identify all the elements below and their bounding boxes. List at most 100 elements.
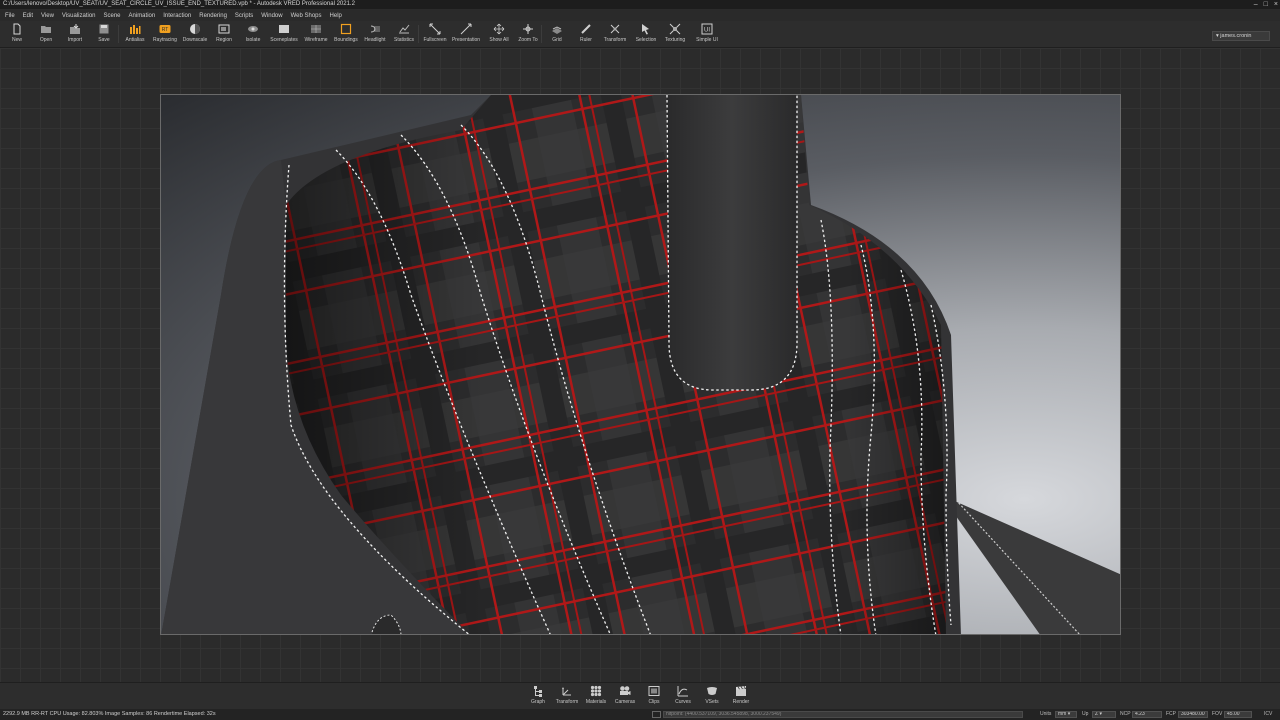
grid-icon [552,26,562,34]
tool-show-all-button[interactable]: Show All [484,21,514,48]
tool-boundings-button[interactable]: Boundings [331,21,361,48]
units-label: Units [1040,711,1052,717]
vsets-icon [707,687,717,695]
window-title: C:/Users/lenovo/Desktop/UV_SEAT/UV_SEAT_… [3,1,355,7]
module-materials-button[interactable]: Materials [582,684,610,710]
up-axis-select[interactable]: Z ▾ [1092,711,1116,718]
tool-open-button[interactable]: Open [31,21,61,48]
tool-transform-button[interactable]: Transform [600,21,630,48]
isolate-icon [248,26,258,32]
user-account-dropdown[interactable]: ▾ james.cronin [1212,31,1270,41]
tool-wireframe-button[interactable]: Wireframe [301,21,331,48]
close-icon[interactable]: × [1274,0,1278,9]
menu-help[interactable]: Help [330,13,342,19]
toolbar-separator [118,25,119,43]
icv-label: ICV [1264,711,1273,717]
status-bar: 2292.9 MB RR-RT CPU Usage: 82.803% Image… [0,709,1280,720]
statistics-icon [399,24,410,34]
render-status-text: 2292.9 MB RR-RT CPU Usage: 82.803% Image… [3,711,216,717]
module-graph-button[interactable]: Graph [524,684,552,710]
tool-ruler-button[interactable]: Ruler [571,21,601,48]
fcp-label: FCP [1166,711,1176,717]
tool-new-button[interactable]: New [2,21,32,48]
module-curves-button[interactable]: Curves [669,684,697,710]
menu-view[interactable]: View [41,13,54,19]
menu-interaction[interactable]: Interaction [163,13,191,19]
tool-sceneplates-button[interactable]: Sceneplates [269,21,299,48]
module-clips-button[interactable]: Clips [640,684,668,710]
seat-base-shape [941,495,1120,634]
render-icon [736,685,746,696]
menu-edit[interactable]: Edit [23,13,33,19]
up-axis-value: Z [1095,711,1099,717]
window-controls: – □ × [1254,0,1278,9]
menu-window[interactable]: Window [261,13,282,19]
module-render-button[interactable]: Render [727,684,755,710]
texturing-icon [669,23,681,35]
module-transform-button[interactable]: Transform [553,684,581,710]
module-cameras-button[interactable]: Cameras [611,684,639,710]
wireframe-icon [311,25,321,33]
main-toolbar: New Open Import Save Antialias RT Raytra… [0,21,1280,48]
minimize-icon[interactable]: – [1254,0,1258,9]
presentation-icon [460,23,472,35]
region-icon [218,24,230,34]
toolbar-separator [418,25,419,43]
tool-zoom-to-button[interactable]: Zoom To [513,21,543,48]
svg-text:UI: UI [704,28,710,34]
menu-bar: File Edit View Visualization Scene Anima… [0,10,1280,21]
fov-input[interactable]: 45.00 [1224,711,1252,718]
module-vsets-button[interactable]: VSets [698,684,726,710]
tool-simple-ui-button[interactable]: UI Simple UI [692,21,722,48]
title-bar: C:/Users/lenovo/Desktop/UV_SEAT/UV_SEAT_… [0,0,1280,9]
svg-text:RT: RT [162,27,169,33]
menu-web-shops[interactable]: Web Shops [291,13,322,19]
tool-presentation-button[interactable]: Presentation [451,21,481,48]
fcp-input[interactable]: 303480.00 [1178,711,1208,718]
tool-headlight-button[interactable]: Headlight [360,21,390,48]
menu-scene[interactable]: Scene [104,13,121,19]
tool-antialias-button[interactable]: Antialias [120,21,150,48]
tool-isolate-button[interactable]: Isolate [238,21,268,48]
raytracing-icon: RT [159,25,171,33]
ncp-input[interactable]: 4.23 [1132,711,1162,718]
module-bar: Graph Transform Materials Cameras Clips … [0,682,1280,709]
transform-icon [562,687,571,696]
simple-ui-icon: UI [701,23,713,35]
antialias-icon [130,25,141,34]
menu-animation[interactable]: Animation [129,13,156,19]
tool-import-button[interactable]: Import [60,21,90,48]
transform-icon [610,24,620,34]
import-icon [70,24,80,34]
tool-texturing-button[interactable]: Texturing [660,21,690,48]
tool-grid-button[interactable]: Grid [542,21,572,48]
downscale-icon [190,24,200,34]
graph-icon [534,686,542,697]
maximize-icon[interactable]: □ [1264,0,1268,9]
tool-statistics-button[interactable]: Statistics [389,21,419,48]
tool-selection-button[interactable]: Selection [631,21,661,48]
fov-label: FOV [1212,711,1223,717]
open-folder-icon [41,26,51,33]
tool-region-button[interactable]: Region [209,21,239,48]
menu-visualization[interactable]: Visualization [62,13,96,19]
tool-fullscreen-button[interactable]: Fullscreen [420,21,450,48]
render-viewport[interactable] [160,94,1121,635]
menu-file[interactable]: File [5,13,15,19]
command-line-input[interactable]: hitpoint: (4400.537109, 3036.545898, 300… [663,711,1023,718]
materials-icon [590,685,602,697]
tool-raytracing-button[interactable]: RT Raytracing [150,21,180,48]
headrest-shape [667,95,797,390]
tool-downscale-button[interactable]: Downscale [180,21,210,48]
cameras-icon [620,686,631,695]
terminal-icon[interactable] [652,711,661,718]
vred-app-window: C:/Users/lenovo/Desktop/UV_SEAT/UV_SEAT_… [0,0,1280,720]
new-file-icon [13,23,21,35]
menu-scripts[interactable]: Scripts [235,13,253,19]
boundings-icon [340,23,352,35]
units-select[interactable]: mm ▾ [1055,711,1077,718]
menu-rendering[interactable]: Rendering [199,13,227,19]
fullscreen-icon [429,23,441,35]
tool-save-button[interactable]: Save [89,21,119,48]
seat-render-image [161,95,1120,634]
